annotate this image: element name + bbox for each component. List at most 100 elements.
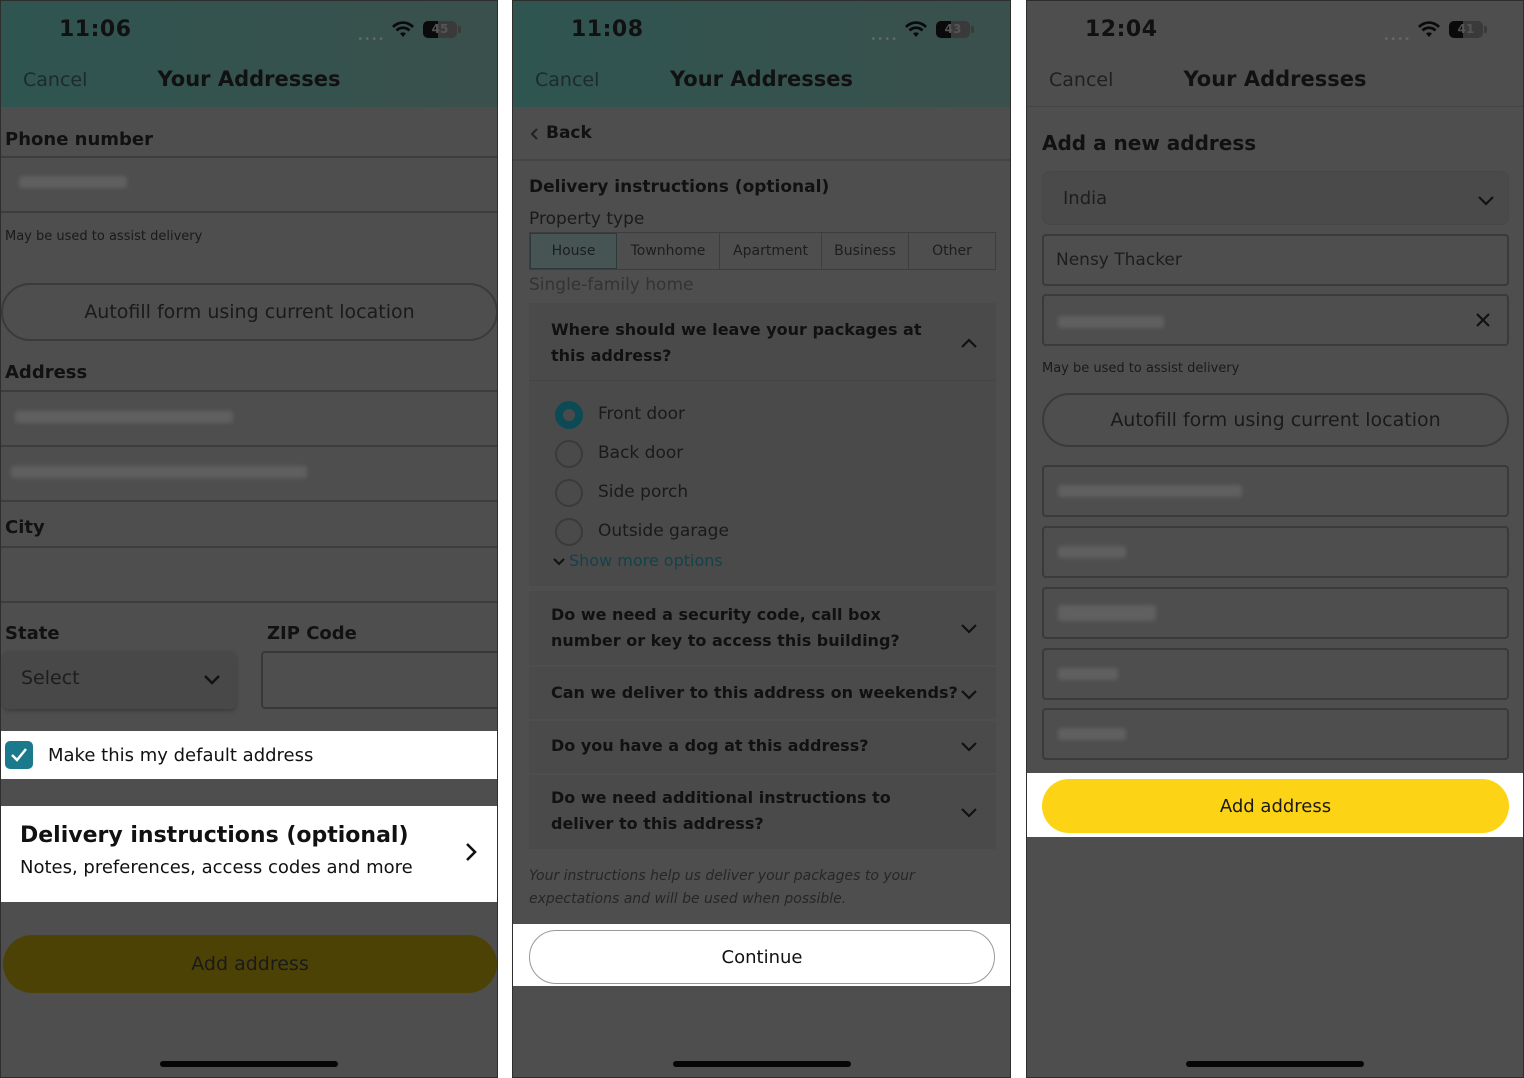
address-field-4[interactable]	[1042, 648, 1509, 700]
status-bar: 12:04 •••• 41	[1027, 1, 1523, 59]
wifi-icon	[392, 21, 414, 37]
city-input[interactable]	[1, 548, 497, 601]
battery-percent: 41	[1457, 22, 1475, 36]
page-title: Your Addresses	[157, 67, 341, 91]
cellular-signal-icon: ••••	[357, 34, 385, 45]
instructions-footnote: Your instructions help us deliver your p…	[529, 868, 915, 907]
address-line1-input[interactable]	[1, 392, 497, 445]
default-address-label: Make this my default address	[48, 745, 314, 766]
field-value-redacted	[1058, 668, 1118, 680]
full-name-value: Nensy Thacker	[1056, 250, 1182, 270]
phone-label: Phone number	[5, 129, 154, 150]
checkmark-icon	[11, 748, 27, 762]
radio-back-door[interactable]	[555, 440, 583, 468]
property-type-label: Property type	[529, 209, 645, 229]
home-indicator[interactable]	[1186, 1061, 1364, 1067]
property-type-townhome[interactable]: Townhome	[617, 233, 720, 269]
field-value-redacted	[1058, 485, 1242, 497]
full-name-input[interactable]: Nensy Thacker	[1042, 234, 1509, 286]
address-line2-input[interactable]	[1, 447, 497, 500]
divider	[1, 211, 497, 213]
address-line1-redacted	[15, 411, 233, 423]
address-field-3[interactable]	[1042, 587, 1509, 639]
property-type-description: Single-family home	[529, 275, 694, 295]
continue-button[interactable]: Continue	[529, 930, 995, 984]
chevron-down-icon[interactable]	[960, 807, 978, 819]
property-type-other[interactable]: Other	[909, 233, 995, 269]
country-select[interactable]: India	[1042, 171, 1509, 225]
chevron-down-icon	[1478, 196, 1494, 206]
status-time: 12:04	[1085, 17, 1158, 42]
radio-label: Back door	[598, 443, 684, 463]
chevron-down-icon	[553, 557, 565, 565]
accordion-question: Do we need a security code, call box num…	[551, 605, 900, 650]
cellular-signal-icon: ••••	[870, 34, 898, 45]
phone-value-redacted	[1058, 316, 1164, 328]
section-title: Delivery instructions (optional)	[529, 177, 830, 197]
radio-label: Side porch	[598, 482, 689, 502]
add-address-button[interactable]: Add address	[1042, 779, 1509, 833]
chevron-down-icon[interactable]	[960, 623, 978, 635]
property-type-business[interactable]: Business	[822, 233, 909, 269]
accordion-question: Can we deliver to this address on weeken…	[551, 683, 958, 702]
autofill-location-button[interactable]: Autofill form using current location	[1, 283, 497, 341]
address-field-1[interactable]	[1042, 465, 1509, 517]
clear-icon[interactable]	[1475, 312, 1491, 328]
delivery-instructions-row[interactable]	[1, 806, 497, 902]
add-address-button[interactable]: Add address	[3, 935, 497, 993]
screen-delivery-instructions: 11:08 •••• 43 Cancel Your Addresses Back…	[512, 0, 1011, 1078]
radio-outside-garage[interactable]	[555, 518, 583, 546]
zip-input[interactable]	[261, 651, 497, 709]
chevron-down-icon	[204, 675, 220, 685]
radio-side-porch[interactable]	[555, 479, 583, 507]
autofill-location-button[interactable]: Autofill form using current location	[1042, 393, 1509, 447]
home-indicator[interactable]	[160, 1061, 338, 1067]
property-type-house[interactable]: House	[530, 233, 617, 269]
address-label: Address	[5, 362, 88, 383]
screen-address-form: 11:06 •••• 45 Cancel Your Addresses Phon…	[0, 0, 498, 1078]
divider	[1, 500, 497, 502]
screen-add-new-address: 12:04 •••• 41 Cancel Your Addresses Add …	[1026, 0, 1524, 1078]
show-more-label: Show more options	[569, 551, 723, 570]
city-label: City	[5, 517, 45, 538]
chevron-down-icon[interactable]	[960, 741, 978, 753]
phone-helper-text: May be used to assist delivery	[5, 229, 203, 244]
back-label: Back	[546, 123, 592, 143]
chevron-down-icon[interactable]	[960, 689, 978, 701]
delivery-instructions-subtitle: Notes, preferences, access codes and mor…	[20, 857, 413, 878]
address-field-5[interactable]	[1042, 708, 1509, 760]
phone-input[interactable]	[1042, 294, 1509, 346]
address-line2-redacted	[11, 466, 307, 478]
back-button[interactable]: Back	[513, 107, 1010, 161]
radio-label: Outside garage	[598, 521, 729, 541]
property-type-segmented-control: House Townhome Apartment Business Other	[529, 232, 996, 270]
radio-front-door[interactable]	[555, 401, 583, 429]
address-field-2[interactable]	[1042, 526, 1509, 578]
wifi-icon	[1418, 21, 1440, 37]
battery-tip	[458, 26, 461, 33]
battery-percent: 45	[431, 22, 449, 36]
chevron-up-icon[interactable]	[960, 337, 978, 349]
phone-input[interactable]	[1, 158, 497, 211]
battery-tip	[971, 26, 974, 33]
battery-icon: 45	[423, 21, 457, 38]
battery-icon: 41	[1449, 21, 1483, 38]
leave-packages-question: Where should we leave your packages at t…	[551, 320, 922, 365]
page-title: Your Addresses	[670, 67, 853, 91]
status-bar: 11:06 •••• 45	[1, 1, 497, 59]
status-time: 11:06	[59, 17, 132, 42]
default-address-checkbox[interactable]	[5, 741, 33, 769]
status-time: 11:08	[571, 17, 644, 42]
accordion-question: Do you have a dog at this address?	[551, 736, 869, 755]
battery-tip	[1484, 26, 1487, 33]
wifi-icon	[905, 21, 927, 37]
state-select-value: Select	[21, 667, 80, 689]
phone-helper-text: May be used to assist delivery	[1042, 361, 1240, 376]
field-value-redacted	[1058, 546, 1126, 558]
delivery-instructions-title: Delivery instructions (optional)	[20, 823, 409, 848]
state-select[interactable]: Select	[3, 651, 236, 709]
home-indicator[interactable]	[672, 1061, 851, 1067]
show-more-options-link[interactable]: Show more options	[553, 551, 723, 570]
property-type-apartment[interactable]: Apartment	[720, 233, 822, 269]
chevron-right-icon	[466, 843, 477, 861]
